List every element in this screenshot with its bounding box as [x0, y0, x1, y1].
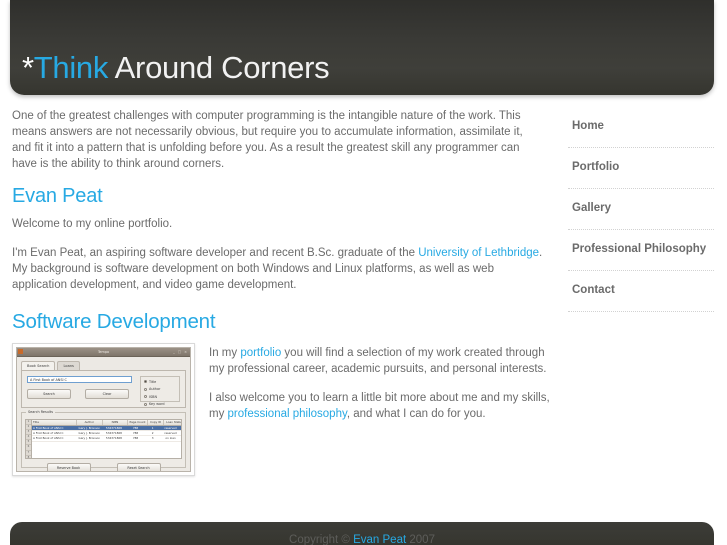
- app-titlebar: Tempo _ □ ×: [17, 347, 190, 357]
- copyright-prefix: Copyright ©: [289, 534, 354, 545]
- site-title: *Think Around Corners: [22, 49, 330, 85]
- university-of-lethbridge-link[interactable]: University of Lethbridge: [418, 247, 539, 259]
- cell-copy-id: 3: [151, 436, 154, 441]
- welcome-paragraph: Welcome to my online portfolio.: [12, 218, 173, 230]
- cell-isbn: 534371868: [105, 436, 122, 441]
- app-col-author: Author: [77, 419, 104, 425]
- site-header: *Think Around Corners: [10, 0, 714, 95]
- app-radio-author-label: Author: [149, 387, 161, 392]
- app-reset-search-button[interactable]: Reset Search: [116, 462, 161, 471]
- sidebar-nav: Home Portfolio Gallery Professional Phil…: [568, 108, 714, 312]
- software-development-text: In my portfolio you will find a selectio…: [209, 343, 554, 435]
- cell-copy-id: 2: [151, 430, 154, 435]
- app-screenshot-mock: Tempo _ □ × Book Search Loans A First Bo…: [16, 346, 191, 472]
- sidebar-item-home[interactable]: Home: [568, 108, 714, 148]
- app-body: Book Search Loans A First Book of ANSI C…: [17, 357, 190, 471]
- app-tab-bar: Book Search Loans: [21, 360, 186, 370]
- copyright-notice: Copyright © Evan Peat 2007: [10, 533, 714, 545]
- app-results-panel: Search Results 1 2 3 4 5 6 7 8 Title Aut…: [21, 410, 186, 471]
- site-title-rest: Around Corners: [108, 49, 330, 85]
- cell-loan-status: reserved: [164, 425, 177, 430]
- cell-isbn: 534371868: [105, 430, 122, 435]
- app-search-box: A First Book of ANSI C Search Clear: [27, 375, 132, 402]
- radio-dot-icon: [144, 402, 147, 406]
- app-search-field-radios: Title Author ISBN Key word: [140, 375, 180, 406]
- app-tab-loans[interactable]: Loans: [57, 360, 80, 370]
- intro-paragraph: One of the greatest challenges with comp…: [12, 110, 523, 170]
- cell-author: Gary J. Bronson: [78, 436, 101, 441]
- portfolio-link[interactable]: portfolio: [240, 347, 281, 359]
- app-radio-keyword[interactable]: Key word: [144, 402, 176, 406]
- radio-dot-icon: [144, 395, 147, 399]
- software-development-block: Tempo _ □ × Book Search Loans A First Bo…: [12, 342, 554, 476]
- cell-loan-status: on loan: [165, 436, 176, 441]
- app-grid-row[interactable]: A First Book of ANSI C Gary J. Bronson 5…: [32, 436, 181, 442]
- app-radio-isbn-label: ISBN: [149, 394, 158, 399]
- bio-paragraph: I'm Evan Peat, an aspiring software deve…: [12, 245, 552, 293]
- philosophy-text-after: , and what I can do for you.: [346, 407, 486, 420]
- cell-author: Gary J. Bronson: [78, 425, 101, 430]
- copyright-owner-link[interactable]: Evan Peat: [353, 534, 406, 545]
- app-radio-isbn[interactable]: ISBN: [144, 395, 176, 399]
- sidebar-item-professional-philosophy[interactable]: Professional Philosophy: [568, 230, 714, 271]
- cell-title: A First Book of ANSI C: [33, 430, 64, 435]
- app-radio-keyword-label: Key word: [149, 402, 165, 407]
- app-clear-button[interactable]: Clear: [85, 388, 129, 399]
- app-window-controls: _ □ ×: [173, 349, 188, 354]
- sidebar-item-gallery[interactable]: Gallery: [568, 189, 714, 230]
- site-title-accent: Think: [33, 49, 109, 85]
- app-col-copy-id: Copy ID: [148, 419, 165, 425]
- cell-page-count: 788: [132, 430, 139, 435]
- app-col-page-count: Page Count: [128, 419, 149, 425]
- cell-page-count: 788: [132, 425, 139, 430]
- cell-title: A First Book of ANSI C: [33, 436, 64, 441]
- gutter-cell: 8: [26, 456, 31, 458]
- portfolio-paragraph: In my portfolio you will find a selectio…: [209, 345, 554, 377]
- section-heading-software-development: Software Development: [12, 310, 216, 333]
- app-search-input[interactable]: A First Book of ANSI C: [27, 375, 132, 383]
- app-reserve-book-button[interactable]: Reserve Book: [46, 462, 91, 471]
- philosophy-paragraph: I also welcome you to learn a little bit…: [209, 390, 554, 422]
- app-col-isbn: ISBN: [103, 419, 128, 425]
- cell-title: A First Book of ANSI C: [33, 425, 64, 430]
- section-heading-evan-peat: Evan Peat: [12, 185, 103, 207]
- portfolio-text-before: In my: [209, 346, 241, 359]
- app-search-button-row: Search Clear: [27, 388, 132, 399]
- sidebar-item-contact[interactable]: Contact: [568, 271, 714, 312]
- app-results-label: Search Results: [26, 410, 55, 415]
- cell-copy-id: 1: [151, 425, 154, 430]
- app-col-title: Title: [32, 419, 77, 425]
- app-radio-author[interactable]: Author: [144, 387, 176, 391]
- app-action-button-row: Reserve Book Reset Search: [25, 462, 182, 471]
- portfolio-screenshot-thumbnail[interactable]: Tempo _ □ × Book Search Loans A First Bo…: [12, 342, 195, 476]
- professional-philosophy-link[interactable]: professional philosophy: [228, 408, 347, 420]
- bio-text-before: I'm Evan Peat, an aspiring software deve…: [12, 247, 419, 259]
- site-footer: Copyright © Evan Peat 2007: [10, 522, 714, 545]
- app-radio-title[interactable]: Title: [144, 380, 176, 384]
- sidebar-item-portfolio[interactable]: Portfolio: [568, 148, 714, 189]
- copyright-year: 2007: [406, 534, 435, 545]
- app-window-title: Tempo: [97, 349, 110, 354]
- app-tab-book-search[interactable]: Book Search: [21, 360, 56, 370]
- app-grid-main: Title Author ISBN Page Count Copy ID Loa…: [32, 419, 181, 458]
- site-title-star: *: [22, 49, 34, 85]
- cell-isbn: 534371868: [105, 425, 122, 430]
- radio-dot-icon: [144, 380, 147, 384]
- app-results-grid[interactable]: 1 2 3 4 5 6 7 8 Title Author ISBN Page C…: [25, 418, 182, 459]
- app-search-panel: A First Book of ANSI C Search Clear Titl…: [21, 369, 186, 408]
- app-search-button[interactable]: Search: [27, 388, 71, 399]
- cell-loan-status: reserved: [164, 430, 177, 435]
- cell-author: Gary J. Bronson: [78, 430, 101, 435]
- app-radio-title-label: Title: [149, 379, 157, 384]
- cell-page-count: 788: [132, 436, 139, 441]
- app-col-loan-status: Loan Status: [164, 420, 181, 425]
- radio-dot-icon: [144, 387, 147, 391]
- main-content: One of the greatest challenges with comp…: [12, 108, 552, 476]
